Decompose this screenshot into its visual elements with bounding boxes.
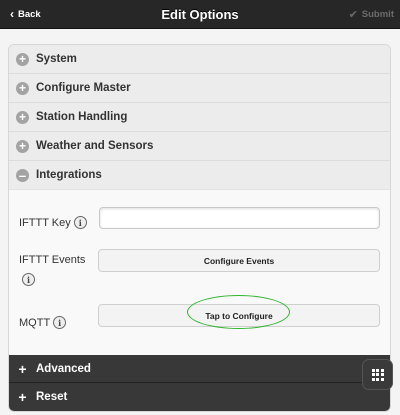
mqtt-text: MQTT xyxy=(19,316,51,329)
integrations-panel: IFTTT Key i IFTTT Events i Configure Eve… xyxy=(9,190,390,355)
plus-icon: + xyxy=(18,360,27,377)
plus-icon: + xyxy=(16,139,29,153)
ifttt-events-text: IFTTT Events xyxy=(19,254,86,266)
mqtt-configure-button[interactable]: Tap to Configure xyxy=(98,304,380,327)
section-label: System xyxy=(36,53,77,65)
grid-menu-button[interactable] xyxy=(362,359,393,390)
mqtt-label: MQTT i xyxy=(19,316,67,329)
grid-icon xyxy=(371,368,384,381)
section-reset[interactable]: + Reset xyxy=(9,383,390,411)
ifttt-key-label: IFTTT Key i xyxy=(19,216,87,229)
submit-label: Submit xyxy=(361,8,394,20)
section-label: Configure Master xyxy=(36,82,131,94)
options-list: + System + Configure Master + Station Ha… xyxy=(8,44,391,412)
back-button[interactable]: ‹ Back xyxy=(4,4,49,24)
plus-icon: + xyxy=(16,52,29,66)
section-station-handling[interactable]: + Station Handling xyxy=(9,103,390,132)
plus-icon: + xyxy=(18,389,27,405)
section-configure-master[interactable]: + Configure Master xyxy=(9,74,390,103)
info-icon[interactable]: i xyxy=(53,316,67,329)
section-advanced[interactable]: + Advanced xyxy=(9,355,390,383)
ifttt-key-text: IFTTT Key xyxy=(19,216,71,229)
page-title: Edit Options xyxy=(161,6,239,22)
section-integrations[interactable]: – Integrations xyxy=(9,161,390,190)
submit-button[interactable]: ✔ Submit xyxy=(349,4,394,24)
plus-icon: + xyxy=(16,110,29,124)
section-label: Weather and Sensors xyxy=(36,140,154,152)
ifttt-key-input[interactable] xyxy=(99,207,380,229)
info-icon[interactable]: i xyxy=(22,273,35,286)
section-system[interactable]: + System xyxy=(9,45,390,74)
configure-events-button[interactable]: Configure Events xyxy=(98,249,380,272)
section-label: Advanced xyxy=(36,362,91,375)
section-label: Station Handling xyxy=(36,111,128,123)
section-label: Reset xyxy=(36,391,68,403)
plus-icon: + xyxy=(16,81,29,95)
minus-icon: – xyxy=(16,168,29,182)
chevron-left-icon: ‹ xyxy=(10,7,14,21)
info-icon[interactable]: i xyxy=(73,216,87,229)
ifttt-events-label: IFTTT Events i xyxy=(19,254,85,286)
back-label: Back xyxy=(18,8,41,20)
check-icon: ✔ xyxy=(348,8,358,21)
header-bar: ‹ Back Edit Options ✔ Submit xyxy=(0,0,400,29)
section-label: Integrations xyxy=(36,169,102,181)
section-weather-and-sensors[interactable]: + Weather and Sensors xyxy=(9,132,390,161)
